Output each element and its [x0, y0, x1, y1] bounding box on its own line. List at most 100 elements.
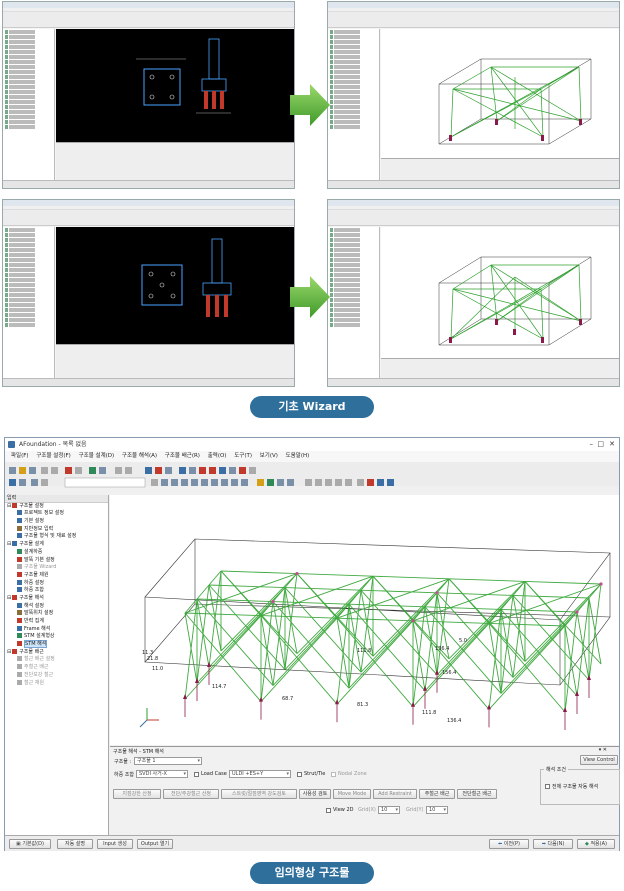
menu-file[interactable]: 파일(F) — [11, 453, 29, 459]
analysis-condition-title: 해석 조건 — [544, 766, 568, 773]
nodal-zone-checkbox[interactable] — [331, 772, 336, 777]
structure-select[interactable]: 구조물 1 — [134, 757, 202, 765]
tree-item[interactable]: STM 설계형상 — [5, 633, 108, 641]
expand-icon[interactable]: ⊟ — [7, 595, 11, 601]
grid-x-select[interactable]: 10 — [378, 806, 400, 814]
tree-item[interactable]: 하중 조합 — [5, 587, 108, 595]
shear-rebar-layout-button[interactable]: 전단철근 배근 — [457, 789, 497, 799]
tree-item[interactable]: 구조물 형식 및 재료 설정 — [5, 533, 108, 541]
tree-item[interactable]: 하중 설정 — [5, 579, 108, 588]
tree-item[interactable]: 구조물 Wizard — [5, 564, 108, 572]
truss-member — [576, 611, 590, 681]
tree-item[interactable]: 말뚝 기본 설정 — [5, 556, 108, 565]
shear-rebar-button[interactable]: 전단/주강철근 산정 — [163, 789, 219, 799]
truss-member — [372, 575, 450, 580]
tree-item[interactable]: 해석 설정 — [5, 602, 108, 611]
apply-button[interactable]: ◆ 적용(A) — [577, 839, 615, 849]
grid-y-label: Grid(Y) — [406, 807, 424, 813]
menu-structure-setup[interactable]: 구조물 설정(F) — [36, 453, 71, 459]
auto-analysis-checkbox[interactable] — [545, 784, 550, 789]
tree-node-icon — [17, 671, 22, 677]
move-mode-button[interactable]: Move Mode — [333, 789, 371, 799]
output-open-button[interactable]: Output 열기 — [137, 839, 173, 849]
defaults-button[interactable]: ▣ 기본값(D) — [9, 839, 51, 849]
strut-nodal-check-button[interactable]: 스트럿/절점영역 강도검토 — [221, 789, 297, 799]
prev-button[interactable]: ⬅ 이전(P) — [489, 839, 529, 849]
tree-item[interactable]: 반력 집계 — [5, 618, 108, 626]
tree-item[interactable]: ⊟ 구조물 설계 — [5, 541, 108, 549]
section-label-freeform: 임의형상 구조물 — [250, 862, 374, 884]
truss-member — [436, 592, 514, 596]
tree-node-icon — [17, 518, 22, 524]
tree-item[interactable]: 전단보강 철근 — [5, 671, 108, 680]
tree-node-icon — [17, 525, 22, 531]
tree-item[interactable]: 프로젝트 정보 설정 — [5, 510, 108, 518]
tree-node-icon — [17, 664, 22, 670]
tree-item[interactable]: 철근 재원 — [5, 679, 108, 688]
expand-icon[interactable]: ⊟ — [7, 541, 11, 547]
view-control-button[interactable]: View Control — [580, 755, 618, 765]
input-generate-button[interactable]: Input 생성 — [97, 839, 133, 849]
panel-pin-icon[interactable]: ▾ ✕ — [599, 747, 607, 753]
support-strength-button[interactable]: 지점강한 산정 — [113, 789, 161, 799]
main-rebar-button[interactable]: 주철근 배근 — [419, 789, 455, 799]
load-case-checkbox[interactable] — [194, 772, 199, 777]
menu-tools[interactable]: 도구(T) — [234, 453, 252, 459]
maximize-button[interactable]: □ — [597, 438, 604, 451]
reaction-label: 68.7 — [282, 696, 293, 702]
tree-item[interactable]: ⊟ 구조물 해석 — [5, 594, 108, 603]
tree-node-icon — [12, 648, 18, 654]
serviceability-button[interactable]: 사용성 검토 — [299, 789, 331, 799]
thumb-panel — [56, 142, 294, 180]
minimize-button[interactable]: – — [590, 438, 594, 451]
tree-item[interactable]: STM 해석 — [5, 640, 108, 649]
reaction-label: 156.4 — [442, 670, 456, 676]
tree-item[interactable]: 말뚝위치 설정 — [5, 610, 108, 618]
menu-view[interactable]: 보기(V) — [260, 453, 278, 459]
tree-item[interactable]: 구조물 제원 — [5, 571, 108, 580]
expand-icon[interactable]: ⊟ — [7, 503, 11, 509]
tree-item[interactable]: 주철근 배근 — [5, 664, 108, 672]
add-restraint-button[interactable]: Add Restraint — [373, 789, 417, 799]
menu-output[interactable]: 출력(O) — [208, 453, 227, 459]
tree-item[interactable]: Frame 해석 — [5, 625, 108, 634]
tree-node-icon — [17, 679, 22, 685]
wizard-footer: ▣ 기본값(D) 자동 설명 Input 생성 Output 열기 ⬅ 이전(P… — [5, 835, 619, 851]
grid-y-select[interactable]: 10 — [426, 806, 448, 814]
tree-item[interactable]: 기본 설정 — [5, 518, 108, 526]
truss-member — [360, 589, 438, 594]
tree-item-label: 구조물 설정 — [19, 502, 44, 509]
tree-node-icon — [12, 541, 18, 547]
menu-structure-analysis[interactable]: 구조물 해석(A) — [122, 453, 157, 459]
menu-help[interactable]: 도움말(H) — [286, 453, 310, 459]
expand-icon[interactable]: ⊟ — [7, 649, 11, 655]
auto-analysis-label: 전체 구조물 자동 해석 — [552, 784, 599, 790]
load-case-select[interactable]: ULDI +ES+Y — [229, 770, 291, 778]
tree-item-label: 구조물 해석 — [19, 594, 44, 601]
reaction-label: 136.4 — [447, 718, 461, 724]
truss-member — [360, 590, 374, 657]
3d-truss-view[interactable]: 1.011.0114.768.781.3111.8136.4156.4136.4… — [72, 495, 619, 745]
pile-support — [587, 675, 591, 680]
tree-item-label: 구조물 Wizard — [24, 564, 57, 571]
truss-member — [184, 612, 262, 617]
menu-bar: 파일(F) 구조물 설정(F) 구조물 설계(D) 구조물 해석(A) 구조물 … — [5, 451, 619, 462]
close-button[interactable]: ✕ — [609, 438, 615, 451]
tree-item[interactable]: 철근 배근 설정 — [5, 656, 108, 664]
tree-item[interactable]: ⊟ 구조물 배근 — [5, 648, 108, 657]
tree-item-label: 철근 배근 설정 — [24, 656, 55, 663]
tree-item-label: 기본 설정 — [24, 518, 44, 525]
view-2d-checkbox[interactable] — [326, 808, 331, 813]
menu-reinforcement[interactable]: 구조물 배근(R) — [165, 453, 200, 459]
load-combo-select[interactable]: SVDI 사거-X — [136, 770, 188, 778]
auto-description-button[interactable]: 자동 설명 — [57, 839, 93, 849]
truss-member — [336, 617, 414, 622]
reaction-label: 21.8 — [147, 656, 158, 662]
menu-structure-design[interactable]: 구조물 설계(D) — [79, 453, 115, 459]
strut-tie-checkbox[interactable] — [297, 772, 302, 777]
truss-member — [196, 598, 210, 668]
tree-item[interactable]: 설계하중 — [5, 548, 108, 557]
next-button[interactable]: ➡ 다음(N) — [533, 839, 573, 849]
pile-support — [423, 685, 427, 691]
thumb-truss-view — [381, 29, 619, 159]
